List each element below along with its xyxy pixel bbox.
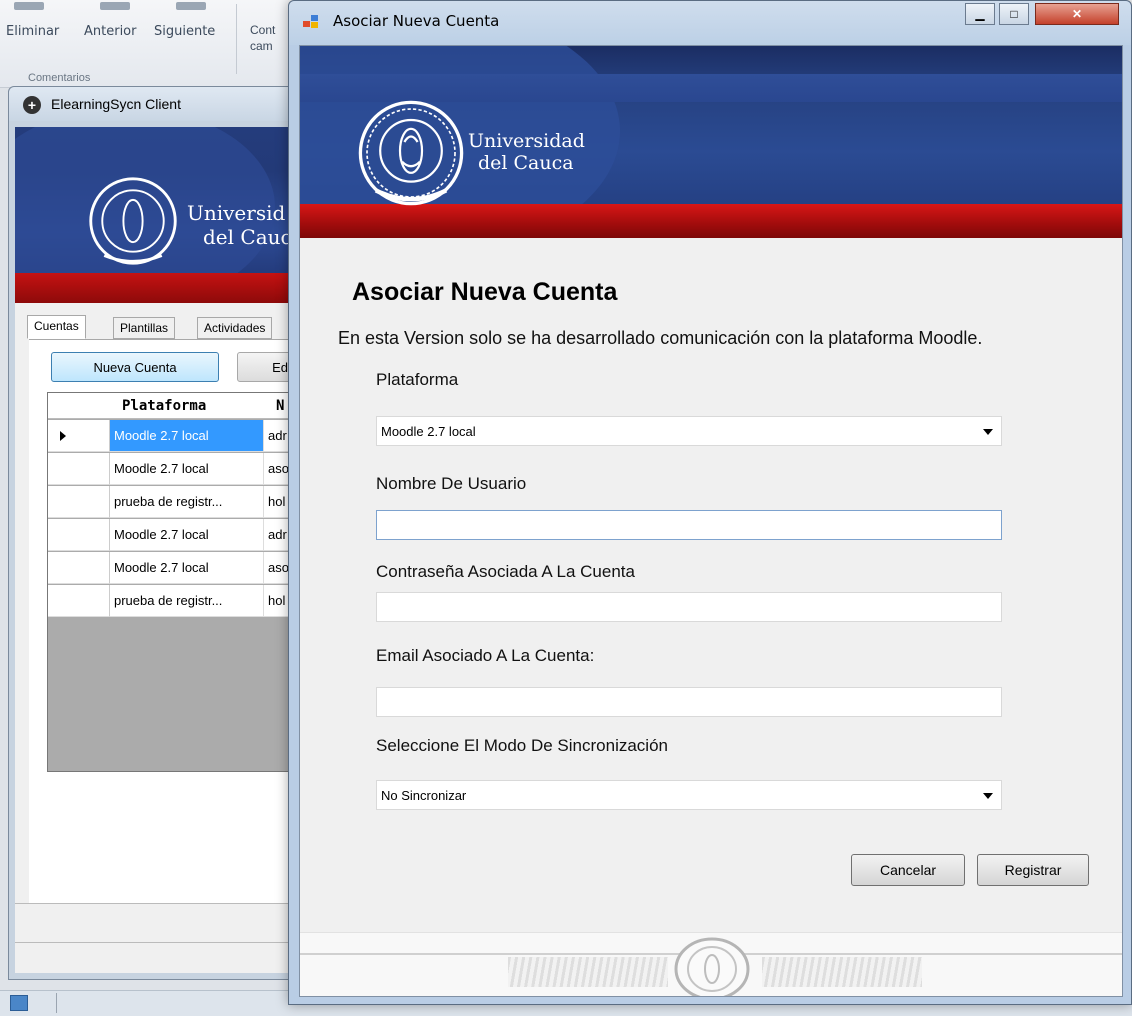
banner-line1: Universidad <box>468 130 585 152</box>
plataforma-label: Plataforma <box>376 370 459 389</box>
password-label: Contraseña Asociada A La Cuenta <box>376 562 635 581</box>
anterior-button[interactable]: Anterior <box>84 24 136 39</box>
tab-cuentas[interactable]: Cuentas <box>27 315 86 339</box>
bg-title-bar: + ElearningSycn Client <box>9 87 307 121</box>
cuentas-panel: Nueva Cuenta Ed Plataforma N Moodle 2.7 … <box>29 339 303 919</box>
info-message: En esta Version solo se ha desarrollado … <box>338 328 983 348</box>
plataforma-select[interactable]: Moodle 2.7 local <box>376 416 1002 446</box>
bg-client-area: Universid del Cauc Cuentas Plantillas Ac… <box>15 127 303 973</box>
plataforma-selected-value: Moodle 2.7 local <box>381 424 476 439</box>
bg-banner-line2: del Cauc <box>203 225 292 249</box>
previous-icon <box>100 2 130 10</box>
chevron-down-icon[interactable] <box>983 429 993 435</box>
delete-icon <box>14 2 44 10</box>
app-plus-icon: + <box>23 96 41 114</box>
bg-university-name: Universid del Cauc <box>187 201 292 249</box>
minimize-button[interactable]: ▁ <box>965 3 995 25</box>
next-icon <box>176 2 206 10</box>
tab-actividades[interactable]: Actividades <box>197 317 273 339</box>
accounts-grid[interactable]: Plataforma N Moodle 2.7 local adr Moodle 2… <box>47 392 303 772</box>
bg-window-title: ElearningSycn Client <box>51 96 181 112</box>
bg-banner-red-band <box>15 273 303 303</box>
nueva-cuenta-button[interactable]: Nueva Cuenta <box>51 352 219 382</box>
ribbon-cont-line2: cam <box>250 39 273 53</box>
cell-plataforma[interactable]: prueba de registr... <box>110 585 264 617</box>
row-header[interactable] <box>48 486 110 518</box>
cell-plataforma[interactable]: prueba de registr... <box>110 486 264 518</box>
footer-left-ornament <box>508 957 668 987</box>
eliminar-button[interactable]: Eliminar <box>6 24 59 39</box>
email-input[interactable] <box>376 687 1002 717</box>
current-row-arrow-icon <box>60 431 66 441</box>
sync-mode-select[interactable]: No Sincronizar <box>376 780 1002 810</box>
email-label: Email Asociado A La Cuenta: <box>376 646 595 665</box>
password-input[interactable] <box>376 592 1002 622</box>
taskbar-app-icon[interactable] <box>10 995 28 1011</box>
dialog-footer <box>300 932 1122 996</box>
window-form-icon <box>303 15 319 29</box>
dialog-title-bar[interactable]: Asociar Nueva Cuenta ▁ □ ✕ <box>289 1 1131 45</box>
university-banner: Universidad del Cauca <box>300 46 1122 238</box>
cell-plataforma[interactable]: Moodle 2.7 local <box>110 552 264 584</box>
asociar-cuenta-dialog: Asociar Nueva Cuenta ▁ □ ✕ Universidad d… <box>288 0 1132 1005</box>
bg-status-area <box>15 903 303 943</box>
siguiente-button[interactable]: Siguiente <box>154 24 215 39</box>
row-header[interactable] <box>48 585 110 617</box>
university-seal-icon <box>89 177 177 265</box>
cell-plataforma[interactable]: Moodle 2.7 local <box>110 519 264 551</box>
grid-header-row: Plataforma N <box>48 393 303 419</box>
row-header[interactable] <box>48 420 110 452</box>
background-window: + ElearningSycn Client Universid del Cau… <box>8 86 308 980</box>
chevron-down-icon[interactable] <box>983 793 993 799</box>
university-name: Universidad del Cauca <box>468 130 585 174</box>
banner-red-band <box>300 204 1122 238</box>
footer-seal-icon <box>674 937 750 996</box>
university-seal-icon <box>358 100 464 206</box>
cell-plataforma[interactable]: Moodle 2.7 local <box>110 420 264 452</box>
close-button[interactable]: ✕ <box>1035 3 1119 25</box>
taskbar-separator <box>56 993 57 1013</box>
bg-banner-line1: Universid <box>187 201 286 225</box>
dialog-client-area: Universidad del Cauca Asociar Nueva Cuen… <box>299 45 1123 997</box>
tab-plantillas[interactable]: Plantillas <box>113 317 176 339</box>
row-header[interactable] <box>48 453 110 485</box>
ribbon-group-label: Comentarios <box>28 72 91 82</box>
banner-line2: del Cauca <box>478 152 574 174</box>
ribbon-cont-line1: Cont <box>250 23 276 37</box>
register-button[interactable]: Registrar <box>977 854 1089 886</box>
cell-plataforma[interactable]: Moodle 2.7 local <box>110 453 264 485</box>
sync-mode-label: Seleccione El Modo De Sincronización <box>376 736 668 755</box>
bg-banner: Universid del Cauc <box>15 127 303 303</box>
ribbon-separator <box>236 4 237 74</box>
usuario-label: Nombre De Usuario <box>376 474 527 493</box>
ribbon-cont-button[interactable]: Cont cam <box>250 22 275 54</box>
footer-right-ornament <box>762 957 922 987</box>
sync-mode-selected-value: No Sincronizar <box>381 788 467 803</box>
usuario-input[interactable] <box>376 510 1002 540</box>
page-title: Asociar Nueva Cuenta <box>352 278 618 306</box>
cancel-button[interactable]: Cancelar <box>851 854 965 886</box>
row-header[interactable] <box>48 552 110 584</box>
column-header-plataforma[interactable]: Plataforma <box>110 393 264 419</box>
maximize-button[interactable]: □ <box>999 3 1029 25</box>
dialog-title: Asociar Nueva Cuenta <box>333 12 500 30</box>
row-header[interactable] <box>48 519 110 551</box>
